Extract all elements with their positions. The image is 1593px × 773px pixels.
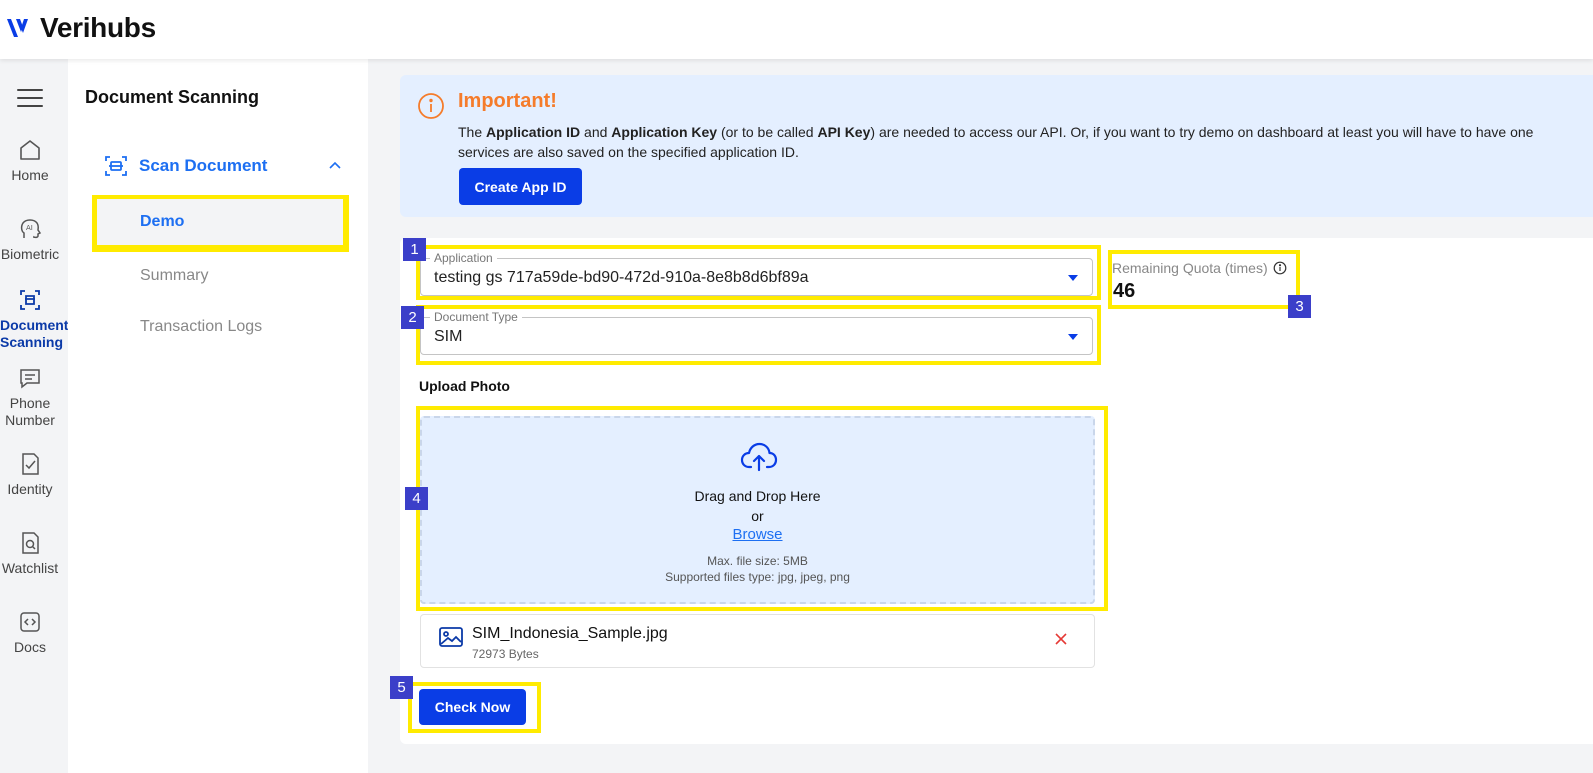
max-file-size-text: Max. file size: 5MB bbox=[707, 554, 808, 568]
browse-link[interactable]: Browse bbox=[422, 526, 1093, 543]
annotation-tag-3: 3 bbox=[1288, 295, 1311, 318]
or-text: or bbox=[751, 508, 764, 524]
rail-item-watchlist[interactable]: Watchlist bbox=[0, 530, 60, 577]
caret-down-icon bbox=[1068, 275, 1078, 281]
subnav-item-demo[interactable]: Demo bbox=[93, 195, 347, 249]
annotation-tag-1: 1 bbox=[403, 238, 426, 261]
cloud-upload-icon bbox=[740, 442, 778, 472]
rail-label: Home bbox=[11, 167, 49, 183]
annotation-tag-4: 4 bbox=[405, 487, 428, 510]
annotation-tag-5: 5 bbox=[390, 676, 413, 699]
code-icon bbox=[20, 612, 40, 632]
icon-rail: Home AI Biometric Document Scanning Phon… bbox=[0, 59, 68, 773]
menu-toggle-icon[interactable] bbox=[17, 89, 43, 109]
doc-search-icon bbox=[22, 532, 39, 554]
drag-drop-text: Drag and Drop Here bbox=[694, 488, 821, 504]
file-size: 72973 Bytes bbox=[472, 647, 539, 661]
top-bar: Verihubs bbox=[0, 0, 1593, 59]
subnav-item-summary[interactable]: Summary bbox=[93, 249, 347, 303]
application-value: testing gs 717a59de-bd90-472d-910a-8e8b8… bbox=[434, 269, 809, 286]
svg-text:AI: AI bbox=[26, 224, 33, 232]
subnav-group-scan-document[interactable]: Scan Document bbox=[103, 151, 343, 181]
subnav-title: Document Scanning bbox=[85, 87, 260, 107]
brand-logo[interactable]: Verihubs bbox=[6, 12, 156, 44]
scan-document-icon bbox=[105, 156, 127, 176]
rail-label: Biometric bbox=[0, 246, 60, 262]
file-name: SIM_Indonesia_Sample.jpg bbox=[472, 625, 668, 642]
application-label: Application bbox=[430, 251, 497, 265]
ai-head-icon: AI bbox=[20, 219, 42, 239]
annotation-tag-2: 2 bbox=[401, 306, 424, 329]
info-icon[interactable] bbox=[1273, 261, 1287, 275]
uploaded-file-item: SIM_Indonesia_Sample.jpg 72973 Bytes bbox=[420, 614, 1095, 668]
message-icon bbox=[20, 369, 40, 389]
rail-label: Document bbox=[0, 317, 69, 333]
rail-item-home[interactable]: Home bbox=[0, 137, 60, 184]
important-banner: Important! The Application ID and Applic… bbox=[400, 75, 1593, 217]
banner-text: The Application ID and Application Key (… bbox=[458, 124, 1534, 160]
rail-label: Phone bbox=[9, 395, 51, 411]
rail-item-docs[interactable]: Docs bbox=[0, 609, 60, 656]
document-type-select[interactable]: Document Type SIM bbox=[420, 310, 1093, 355]
rail-label: Number bbox=[5, 412, 55, 428]
doc-check-icon bbox=[22, 453, 39, 475]
close-icon[interactable] bbox=[1054, 632, 1068, 646]
rail-label: Scanning bbox=[0, 334, 64, 350]
application-select[interactable]: Application testing gs 717a59de-bd90-472… bbox=[420, 251, 1093, 296]
home-icon bbox=[20, 140, 40, 160]
create-app-id-button[interactable]: Create App ID bbox=[459, 168, 582, 205]
verihubs-logo-icon bbox=[7, 19, 28, 37]
banner-title: Important! bbox=[458, 90, 557, 112]
brand-name: Verihubs bbox=[40, 12, 156, 43]
document-type-label: Document Type bbox=[430, 310, 522, 324]
subnav-group-label: Scan Document bbox=[139, 156, 268, 175]
scan-document-icon bbox=[20, 290, 40, 310]
upload-photo-label: Upload Photo bbox=[419, 378, 510, 394]
rail-item-document-scanning[interactable]: Document Scanning bbox=[0, 287, 69, 351]
caret-down-icon bbox=[1068, 334, 1078, 340]
rail-label: Identity bbox=[7, 481, 53, 497]
document-type-value: SIM bbox=[434, 328, 463, 345]
supported-types-text: Supported files type: jpg, jpeg, png bbox=[665, 570, 850, 584]
info-icon bbox=[418, 93, 444, 119]
check-now-button[interactable]: Check Now bbox=[419, 689, 526, 725]
rail-item-phone-number[interactable]: Phone Number bbox=[0, 365, 60, 429]
image-file-icon bbox=[439, 627, 463, 647]
remaining-quota-label: Remaining Quota (times) bbox=[1112, 260, 1287, 276]
chevron-up-icon[interactable] bbox=[327, 157, 343, 173]
remaining-quota-value: 46 bbox=[1113, 280, 1136, 302]
subnav-item-transaction-logs[interactable]: Transaction Logs bbox=[93, 300, 347, 354]
rail-item-biometric[interactable]: AI Biometric bbox=[0, 216, 60, 263]
upload-dropzone[interactable]: Drag and Drop Here or Browse Max. file s… bbox=[420, 416, 1095, 604]
rail-label: Watchlist bbox=[1, 560, 59, 576]
sub-sidebar: Document Scanning Scan Document Demo Sum… bbox=[68, 59, 368, 773]
rail-item-identity[interactable]: Identity bbox=[0, 451, 60, 498]
rail-label: Docs bbox=[14, 639, 46, 655]
